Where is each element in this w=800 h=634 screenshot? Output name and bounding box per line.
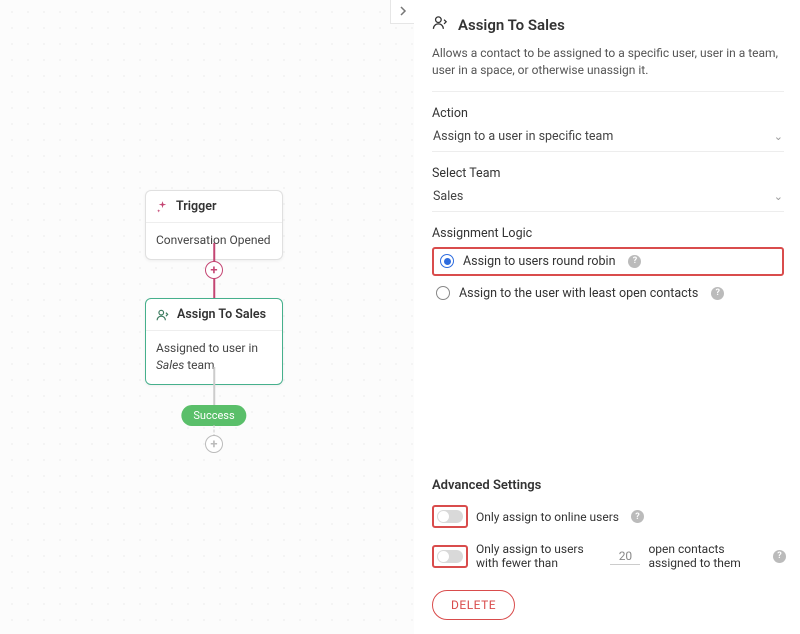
- fewer-contacts-input[interactable]: [610, 548, 640, 565]
- sparkle-icon: [156, 200, 169, 213]
- team-value: Sales: [433, 189, 463, 204]
- workflow-canvas[interactable]: Trigger Conversation Opened + Assign To …: [0, 0, 414, 634]
- help-icon[interactable]: ?: [631, 510, 644, 523]
- panel-description: Allows a contact to be assigned to a spe…: [432, 45, 784, 92]
- chevron-right-icon: [398, 4, 408, 20]
- action-label: Action: [432, 106, 784, 121]
- advanced-title: Advanced Settings: [432, 478, 786, 493]
- add-step-button-end[interactable]: +: [205, 435, 223, 453]
- highlight-box: [432, 545, 468, 568]
- toggle-online-users[interactable]: [437, 510, 463, 523]
- radio-indicator: [436, 286, 450, 300]
- user-assign-icon: [432, 14, 449, 35]
- radio-least-contacts[interactable]: Assign to the user with least open conta…: [432, 280, 784, 307]
- team-select[interactable]: Sales ⌄: [432, 187, 784, 212]
- panel-title: Assign To Sales: [458, 16, 565, 34]
- action-select[interactable]: Assign to a user in specific team ⌄: [432, 127, 784, 152]
- highlight-box: [432, 505, 468, 528]
- toggle-fewer-prefix: Only assign to users with fewer than: [476, 542, 602, 570]
- radio-round-robin-label: Assign to users round robin: [463, 254, 615, 269]
- toggle-online-users-label: Only assign to online users: [476, 510, 619, 524]
- node-trigger-title: Trigger: [176, 199, 216, 214]
- radio-indicator: [440, 254, 454, 268]
- config-panel: Assign To Sales Allows a contact to be a…: [414, 0, 800, 634]
- user-assign-icon: [156, 308, 170, 322]
- chevron-down-icon: ⌄: [774, 190, 783, 203]
- toggle-fewer-suffix: open contacts assigned to them: [648, 542, 761, 570]
- radio-round-robin[interactable]: Assign to users round robin ?: [432, 247, 784, 276]
- add-step-button[interactable]: +: [205, 261, 223, 279]
- help-icon[interactable]: ?: [773, 550, 786, 563]
- delete-button[interactable]: DELETE: [432, 590, 515, 620]
- team-label: Select Team: [432, 166, 784, 181]
- action-value: Assign to a user in specific team: [433, 129, 613, 144]
- connector: [213, 243, 215, 263]
- advanced-settings: Advanced Settings Only assign to online …: [432, 478, 786, 620]
- success-badge: Success: [181, 405, 246, 426]
- connector: [213, 367, 215, 405]
- connector: [213, 278, 215, 298]
- chevron-down-icon: ⌄: [774, 130, 783, 143]
- node-assign-title: Assign To Sales: [177, 307, 266, 322]
- help-icon[interactable]: ?: [711, 287, 724, 300]
- toggle-fewer-contacts[interactable]: [437, 550, 463, 563]
- collapse-panel-button[interactable]: [390, 0, 414, 24]
- assignment-logic-label: Assignment Logic: [432, 226, 784, 241]
- help-icon[interactable]: ?: [628, 255, 641, 268]
- radio-least-contacts-label: Assign to the user with least open conta…: [459, 286, 698, 301]
